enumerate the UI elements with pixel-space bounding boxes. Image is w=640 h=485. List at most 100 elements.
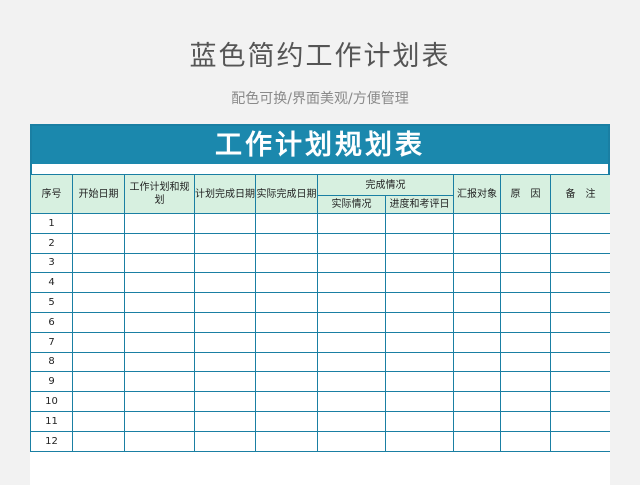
- progress-eval-date-cell[interactable]: [385, 232, 454, 254]
- progress-eval-date-cell[interactable]: [385, 252, 454, 274]
- reason-cell[interactable]: [500, 292, 551, 313]
- actual-done-date-cell[interactable]: [255, 371, 318, 393]
- actual-done-date-cell[interactable]: [255, 430, 318, 452]
- report-to-cell[interactable]: [453, 430, 501, 452]
- progress-eval-date-cell[interactable]: [385, 351, 454, 373]
- remark-cell[interactable]: [550, 331, 610, 353]
- plan-done-date-cell[interactable]: [194, 391, 256, 412]
- plan-done-date-cell[interactable]: [194, 430, 256, 452]
- actual-status-cell[interactable]: [317, 311, 386, 333]
- plan-done-date-cell[interactable]: [194, 331, 256, 353]
- reason-cell[interactable]: [500, 371, 551, 393]
- plan-cell[interactable]: [124, 371, 195, 393]
- reason-cell[interactable]: [500, 213, 551, 234]
- start-date-cell[interactable]: [72, 410, 125, 432]
- remark-cell[interactable]: [550, 232, 610, 254]
- plan-done-date-cell[interactable]: [194, 232, 256, 254]
- actual-status-cell[interactable]: [317, 213, 386, 234]
- start-date-cell[interactable]: [72, 232, 125, 254]
- plan-done-date-cell[interactable]: [194, 311, 256, 333]
- report-to-cell[interactable]: [453, 371, 501, 393]
- plan-cell[interactable]: [124, 410, 195, 432]
- progress-eval-date-cell[interactable]: [385, 410, 454, 432]
- progress-eval-date-cell[interactable]: [385, 272, 454, 294]
- remark-cell[interactable]: [550, 292, 610, 313]
- report-to-cell[interactable]: [453, 331, 501, 353]
- reason-cell[interactable]: [500, 331, 551, 353]
- start-date-cell[interactable]: [72, 272, 125, 294]
- progress-eval-date-cell[interactable]: [385, 213, 454, 234]
- actual-done-date-cell[interactable]: [255, 331, 318, 353]
- actual-status-cell[interactable]: [317, 371, 386, 393]
- plan-done-date-cell[interactable]: [194, 410, 256, 432]
- reason-cell[interactable]: [500, 272, 551, 294]
- report-to-cell[interactable]: [453, 252, 501, 274]
- actual-done-date-cell[interactable]: [255, 292, 318, 313]
- start-date-cell[interactable]: [72, 331, 125, 353]
- start-date-cell[interactable]: [72, 311, 125, 333]
- plan-cell[interactable]: [124, 272, 195, 294]
- reason-cell[interactable]: [500, 410, 551, 432]
- plan-cell[interactable]: [124, 391, 195, 412]
- actual-status-cell[interactable]: [317, 410, 386, 432]
- reason-cell[interactable]: [500, 391, 551, 412]
- reason-cell[interactable]: [500, 252, 551, 274]
- plan-cell[interactable]: [124, 213, 195, 234]
- progress-eval-date-cell[interactable]: [385, 331, 454, 353]
- actual-status-cell[interactable]: [317, 252, 386, 274]
- actual-status-cell[interactable]: [317, 351, 386, 373]
- actual-done-date-cell[interactable]: [255, 391, 318, 412]
- start-date-cell[interactable]: [72, 430, 125, 452]
- actual-status-cell[interactable]: [317, 272, 386, 294]
- plan-done-date-cell[interactable]: [194, 351, 256, 373]
- plan-done-date-cell[interactable]: [194, 272, 256, 294]
- start-date-cell[interactable]: [72, 213, 125, 234]
- plan-cell[interactable]: [124, 292, 195, 313]
- remark-cell[interactable]: [550, 311, 610, 333]
- actual-done-date-cell[interactable]: [255, 213, 318, 234]
- report-to-cell[interactable]: [453, 410, 501, 432]
- plan-done-date-cell[interactable]: [194, 292, 256, 313]
- actual-done-date-cell[interactable]: [255, 232, 318, 254]
- report-to-cell[interactable]: [453, 292, 501, 313]
- plan-done-date-cell[interactable]: [194, 371, 256, 393]
- plan-cell[interactable]: [124, 252, 195, 274]
- actual-done-date-cell[interactable]: [255, 410, 318, 432]
- plan-cell[interactable]: [124, 331, 195, 353]
- actual-status-cell[interactable]: [317, 430, 386, 452]
- actual-done-date-cell[interactable]: [255, 351, 318, 373]
- progress-eval-date-cell[interactable]: [385, 371, 454, 393]
- start-date-cell[interactable]: [72, 351, 125, 373]
- progress-eval-date-cell[interactable]: [385, 391, 454, 412]
- start-date-cell[interactable]: [72, 371, 125, 393]
- report-to-cell[interactable]: [453, 311, 501, 333]
- report-to-cell[interactable]: [453, 272, 501, 294]
- start-date-cell[interactable]: [72, 292, 125, 313]
- remark-cell[interactable]: [550, 410, 610, 432]
- remark-cell[interactable]: [550, 371, 610, 393]
- reason-cell[interactable]: [500, 232, 551, 254]
- remark-cell[interactable]: [550, 351, 610, 373]
- actual-done-date-cell[interactable]: [255, 311, 318, 333]
- actual-status-cell[interactable]: [317, 292, 386, 313]
- plan-done-date-cell[interactable]: [194, 213, 256, 234]
- remark-cell[interactable]: [550, 391, 610, 412]
- actual-status-cell[interactable]: [317, 232, 386, 254]
- actual-status-cell[interactable]: [317, 391, 386, 412]
- remark-cell[interactable]: [550, 272, 610, 294]
- report-to-cell[interactable]: [453, 213, 501, 234]
- start-date-cell[interactable]: [72, 391, 125, 412]
- progress-eval-date-cell[interactable]: [385, 430, 454, 452]
- plan-done-date-cell[interactable]: [194, 252, 256, 274]
- reason-cell[interactable]: [500, 430, 551, 452]
- actual-done-date-cell[interactable]: [255, 272, 318, 294]
- report-to-cell[interactable]: [453, 351, 501, 373]
- progress-eval-date-cell[interactable]: [385, 292, 454, 313]
- reason-cell[interactable]: [500, 311, 551, 333]
- actual-status-cell[interactable]: [317, 331, 386, 353]
- remark-cell[interactable]: [550, 252, 610, 274]
- actual-done-date-cell[interactable]: [255, 252, 318, 274]
- remark-cell[interactable]: [550, 430, 610, 452]
- plan-cell[interactable]: [124, 351, 195, 373]
- reason-cell[interactable]: [500, 351, 551, 373]
